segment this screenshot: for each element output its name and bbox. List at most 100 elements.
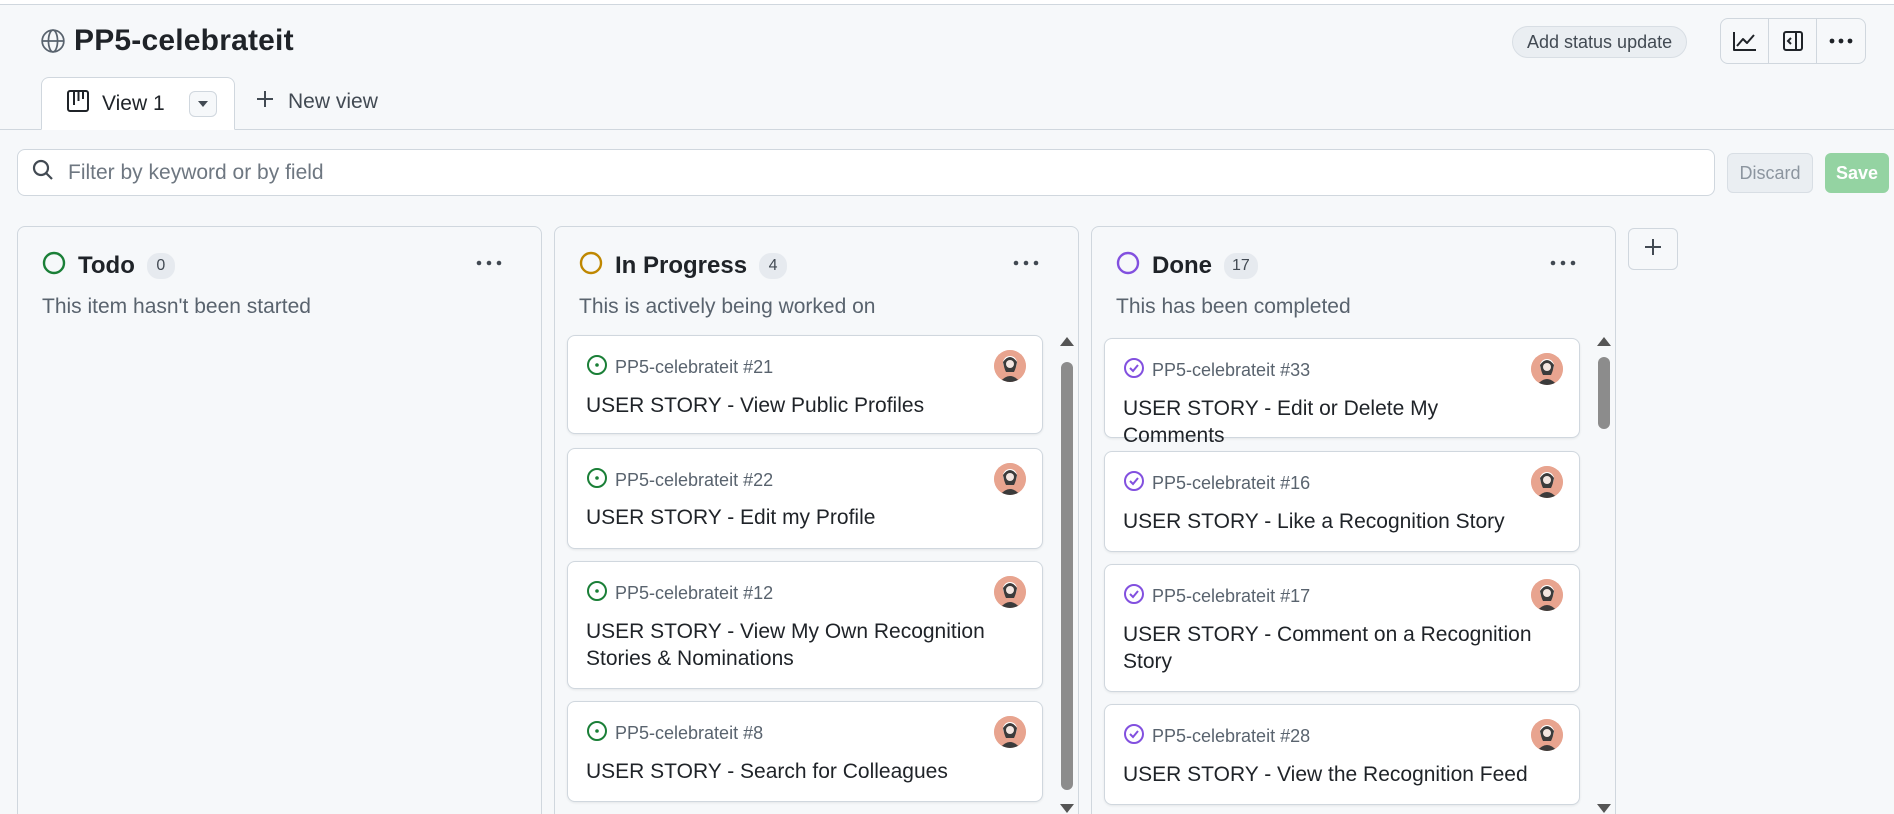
column-todo: Todo 0 This item hasn't been started	[17, 226, 542, 814]
issue-card[interactable]: PP5-celebrateit #33 USER STORY - Edit or…	[1104, 338, 1580, 447]
save-button[interactable]: Save	[1825, 153, 1889, 193]
column-description: This is actively being worked on	[579, 295, 876, 318]
status-circle-icon	[42, 251, 66, 280]
issue-ref-text: PP5-celebrateit #22	[615, 470, 774, 490]
plus-icon	[256, 90, 274, 114]
issue-card[interactable]: PP5-celebrateit #22 USER STORY - Edit my…	[567, 448, 1043, 549]
scroll-down-arrow-icon[interactable]	[1060, 804, 1074, 813]
issue-ref-text: PP5-celebrateit #8	[615, 723, 764, 743]
issue-ref-text: PP5-celebrateit #12	[615, 583, 774, 603]
issue-ref: PP5-celebrateit #22	[586, 467, 773, 494]
column-name: Done	[1152, 251, 1212, 279]
insights-icon[interactable]	[1721, 19, 1769, 63]
column-scrollbar[interactable]	[1597, 337, 1611, 813]
open-issue-icon	[586, 580, 608, 607]
avatar[interactable]	[1531, 353, 1563, 385]
chevron-down-icon[interactable]	[188, 90, 217, 117]
issue-title[interactable]: USER STORY - Like a Recognition Story	[1123, 508, 1543, 535]
add-status-update-button[interactable]: Add status update	[1512, 26, 1688, 58]
column-description: This item hasn't been started	[42, 295, 311, 318]
issue-card[interactable]: PP5-celebrateit #28 USER STORY - View th…	[1104, 704, 1580, 805]
tab-label: View 1	[102, 91, 165, 115]
project-title: PP5-celebrateit	[74, 24, 294, 57]
avatar[interactable]	[1531, 579, 1563, 611]
column-header: Done 17	[1116, 251, 1258, 280]
issue-ref: PP5-celebrateit #16	[1123, 470, 1310, 497]
scroll-thumb[interactable]	[1598, 357, 1610, 429]
closed-issue-icon	[1123, 583, 1145, 610]
issue-ref-text: PP5-celebrateit #33	[1152, 360, 1311, 380]
issue-ref: PP5-celebrateit #17	[1123, 583, 1310, 610]
scroll-thumb[interactable]	[1061, 362, 1073, 790]
status-circle-icon	[579, 251, 603, 280]
issue-ref: PP5-celebrateit #33	[1123, 357, 1310, 384]
column-name: Todo	[78, 251, 135, 279]
issue-ref-text: PP5-celebrateit #21	[615, 357, 774, 377]
scroll-down-arrow-icon[interactable]	[1597, 804, 1611, 813]
issue-title[interactable]: USER STORY - Edit my Profile	[586, 504, 1006, 531]
search-icon	[32, 159, 54, 186]
column-count-badge: 0	[146, 252, 175, 279]
issue-ref: PP5-celebrateit #21	[586, 354, 773, 381]
plus-icon	[1644, 238, 1662, 261]
column-header: In Progress 4	[579, 251, 788, 280]
issue-ref-text: PP5-celebrateit #17	[1152, 586, 1311, 606]
open-issue-icon	[586, 467, 608, 494]
column-more-icon[interactable]	[1010, 253, 1042, 273]
issue-ref-text: PP5-celebrateit #16	[1152, 473, 1311, 493]
column-scrollbar[interactable]	[1060, 337, 1074, 813]
column-more-icon[interactable]	[473, 253, 505, 273]
closed-issue-icon	[1123, 357, 1145, 384]
project-header: PP5-celebrateit	[40, 24, 294, 58]
tab-view-1[interactable]: View 1	[41, 77, 235, 130]
column-count-badge: 17	[1224, 252, 1258, 279]
issue-card[interactable]: PP5-celebrateit #21 USER STORY - View Pu…	[567, 335, 1043, 434]
filter-bar	[17, 149, 1715, 196]
closed-issue-icon	[1123, 723, 1145, 750]
issue-title[interactable]: USER STORY - Search for Colleagues	[586, 758, 1006, 785]
open-issue-icon	[586, 720, 608, 747]
globe-icon	[40, 28, 66, 54]
add-column-button[interactable]	[1628, 228, 1678, 270]
side-panel-icon[interactable]	[1769, 19, 1817, 63]
avatar[interactable]	[1531, 719, 1563, 751]
header-actions	[1720, 18, 1866, 64]
issue-ref-text: PP5-celebrateit #28	[1152, 726, 1311, 746]
scroll-up-arrow-icon[interactable]	[1597, 337, 1611, 346]
top-border	[0, 0, 1894, 5]
board-icon	[66, 89, 90, 118]
issue-title[interactable]: USER STORY - Comment on a Recognition St…	[1123, 621, 1543, 675]
scroll-up-arrow-icon[interactable]	[1060, 337, 1074, 346]
more-options-icon[interactable]	[1817, 19, 1865, 63]
column-done: Done 17 This has been completed PP5-cele…	[1091, 226, 1616, 814]
issue-card[interactable]: PP5-celebrateit #17 USER STORY - Comment…	[1104, 564, 1580, 692]
new-view-label: New view	[288, 90, 378, 113]
column-name: In Progress	[615, 251, 748, 279]
column-count-badge: 4	[759, 252, 788, 279]
issue-title[interactable]: USER STORY - Edit or Delete My Comments	[1123, 395, 1543, 449]
column-more-icon[interactable]	[1547, 253, 1579, 273]
avatar[interactable]	[994, 716, 1026, 748]
issue-ref: PP5-celebrateit #28	[1123, 723, 1310, 750]
issue-title[interactable]: USER STORY - View My Own Recognition Sto…	[586, 618, 1006, 672]
discard-button[interactable]: Discard	[1727, 153, 1813, 193]
new-view-button[interactable]: New view	[256, 90, 378, 114]
issue-ref: PP5-celebrateit #8	[586, 720, 763, 747]
column-in-progress: In Progress 4 This is actively being wor…	[554, 226, 1079, 814]
open-issue-icon	[586, 354, 608, 381]
avatar[interactable]	[1531, 466, 1563, 498]
issue-card[interactable]: PP5-celebrateit #8 USER STORY - Search f…	[567, 701, 1043, 802]
status-circle-icon	[1116, 251, 1140, 280]
closed-issue-icon	[1123, 470, 1145, 497]
issue-card[interactable]: PP5-celebrateit #12 USER STORY - View My…	[567, 561, 1043, 689]
issue-card[interactable]: PP5-celebrateit #16 USER STORY - Like a …	[1104, 451, 1580, 552]
issue-title[interactable]: USER STORY - View Public Profiles	[586, 392, 1006, 419]
issue-title[interactable]: USER STORY - View the Recognition Feed	[1123, 761, 1543, 788]
avatar[interactable]	[994, 350, 1026, 382]
avatar[interactable]	[994, 576, 1026, 608]
column-header: Todo 0	[42, 251, 175, 280]
column-description: This has been completed	[1116, 295, 1351, 318]
avatar[interactable]	[994, 463, 1026, 495]
filter-input[interactable]	[68, 160, 1568, 185]
issue-ref: PP5-celebrateit #12	[586, 580, 773, 607]
